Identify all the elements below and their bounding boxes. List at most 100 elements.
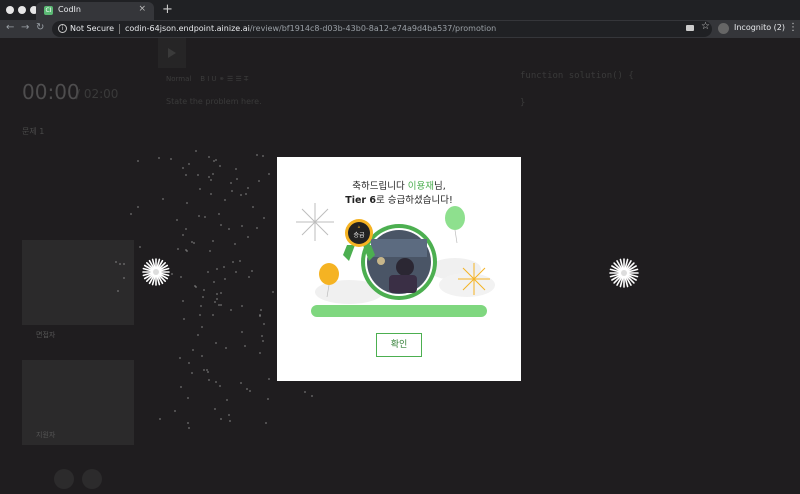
balloon-icon <box>319 263 339 285</box>
confetti-speck <box>217 212 220 215</box>
confetti-speck <box>235 177 238 180</box>
confetti-speck <box>240 225 243 228</box>
back-icon[interactable]: ← <box>6 22 14 33</box>
confetti-speck <box>209 193 212 195</box>
confetti-speck <box>116 289 119 292</box>
confetti-speck <box>178 357 181 360</box>
confetti-speck <box>200 325 203 328</box>
ribbon-shape <box>343 245 355 261</box>
confetti-speck <box>208 378 211 381</box>
confetti-speck <box>158 417 161 420</box>
promotion-modal: 축하드립니다 이용재님, Tier 6로 승급하셨습니다! ⌂ 승급 확인 <box>277 157 521 381</box>
browser-titlebar: CI CodIn × + <box>0 0 800 20</box>
confetti-speck <box>216 297 218 300</box>
confetti-speck <box>196 334 199 337</box>
editor-toolbar[interactable]: Normal B I U ⚭ ☰ ☰ T̶ <box>166 75 248 83</box>
confetti-speck <box>118 262 121 265</box>
confetti-speck <box>219 303 222 306</box>
info-icon[interactable]: i <box>58 24 67 33</box>
confetti-speck <box>219 291 222 294</box>
confetti-speck <box>186 396 189 399</box>
confetti-speck <box>246 186 249 189</box>
video-feed-interviewer <box>22 240 134 325</box>
minimize-window-button[interactable] <box>18 6 26 14</box>
run-button[interactable] <box>158 38 186 68</box>
problem-editor[interactable]: State the problem here. <box>166 97 262 106</box>
camera-toggle-button[interactable] <box>54 469 74 489</box>
confetti-speck <box>129 212 132 215</box>
url-path: /review/bf1914c8-d03b-43b0-8a12-e74a9d4b… <box>249 24 497 33</box>
confetti-speck <box>209 178 212 181</box>
confetti-speck <box>219 417 222 420</box>
confetti-speck <box>184 248 187 251</box>
confetti-speck <box>211 172 214 175</box>
confetti-speck <box>227 414 230 417</box>
ground-bar <box>311 305 487 317</box>
code-editor-line[interactable]: } <box>520 98 525 108</box>
confetti-speck <box>264 421 267 424</box>
confetti-speck <box>161 197 164 200</box>
participant-name: 면접자 <box>36 331 56 339</box>
confetti-speck <box>255 153 258 156</box>
address-bar[interactable]: i Not Secure codin-64json.endpoint.ainiz… <box>52 21 712 37</box>
format-tools[interactable]: B I U ⚭ ☰ ☰ T̶ <box>200 75 248 83</box>
svg-text:⌂: ⌂ <box>358 224 361 229</box>
confetti-speck <box>216 292 219 295</box>
confetti-speck <box>191 348 194 351</box>
confetti-speck <box>218 164 221 167</box>
confetti-speck <box>213 280 216 283</box>
url-text[interactable]: codin-64json.endpoint.ainize.ai/review/b… <box>125 24 496 33</box>
incognito-icon <box>718 23 729 34</box>
confetti-speck <box>238 259 241 262</box>
confetti-speck <box>224 346 227 349</box>
confetti-speck <box>181 233 184 236</box>
close-window-button[interactable] <box>6 6 14 14</box>
camera-icon[interactable] <box>686 25 694 31</box>
timer-limit: / 02:00 <box>76 87 119 101</box>
timer: 00:00 <box>22 80 80 104</box>
confirm-button[interactable]: 확인 <box>376 333 422 357</box>
confetti-speck <box>303 390 306 393</box>
confetti-speck <box>198 187 201 190</box>
confetti-speck <box>231 260 234 263</box>
forward-icon[interactable]: → <box>21 22 29 33</box>
confetti-speck <box>182 318 185 321</box>
mic-toggle-button[interactable] <box>82 469 102 489</box>
confetti-speck <box>201 296 204 299</box>
security-label: Not Secure <box>70 24 115 33</box>
firework-burst-right <box>609 258 639 288</box>
browser-toolbar: ← → ↻ i Not Secure codin-64json.endpoint… <box>0 20 800 38</box>
confetti-speck <box>246 235 249 238</box>
firework-burst-left <box>142 258 170 286</box>
confetti-speck <box>250 270 253 273</box>
confetti-speck <box>257 179 260 182</box>
editor-style-select[interactable]: Normal <box>166 75 191 83</box>
url-host: codin-64json.endpoint.ainize.ai <box>125 24 250 33</box>
sparkle-icon <box>296 203 334 241</box>
tab-close-icon[interactable]: × <box>138 4 146 14</box>
confetti-speck <box>219 223 222 226</box>
confetti-speck <box>202 368 205 371</box>
confetti-speck <box>122 276 125 279</box>
confetti-speck <box>267 378 270 381</box>
badge-label: 승급 <box>353 232 365 239</box>
play-icon <box>168 48 176 58</box>
tab-title: CodIn <box>58 5 81 14</box>
menu-icon[interactable]: ⋮ <box>788 22 798 33</box>
browser-tab[interactable]: CI CodIn × <box>36 2 154 20</box>
confetti-speck <box>272 290 275 293</box>
confetti-speck <box>230 308 233 311</box>
star-icon[interactable]: ☆ <box>701 21 710 32</box>
reload-icon[interactable]: ↻ <box>36 22 44 33</box>
problem-label: 문제 1 <box>22 127 45 136</box>
incognito-label: Incognito (2) <box>734 23 785 32</box>
confetti-speck <box>261 339 264 342</box>
participant-name: 지원자 <box>36 431 56 439</box>
confetti-speck <box>211 239 214 242</box>
balloon-icon <box>445 206 465 230</box>
confetti-speck <box>200 355 203 358</box>
codin-favicon-icon: CI <box>44 6 53 15</box>
confetti-speck <box>203 216 206 219</box>
code-editor-line[interactable]: function solution() { <box>520 71 634 81</box>
new-tab-button[interactable]: + <box>162 2 173 17</box>
